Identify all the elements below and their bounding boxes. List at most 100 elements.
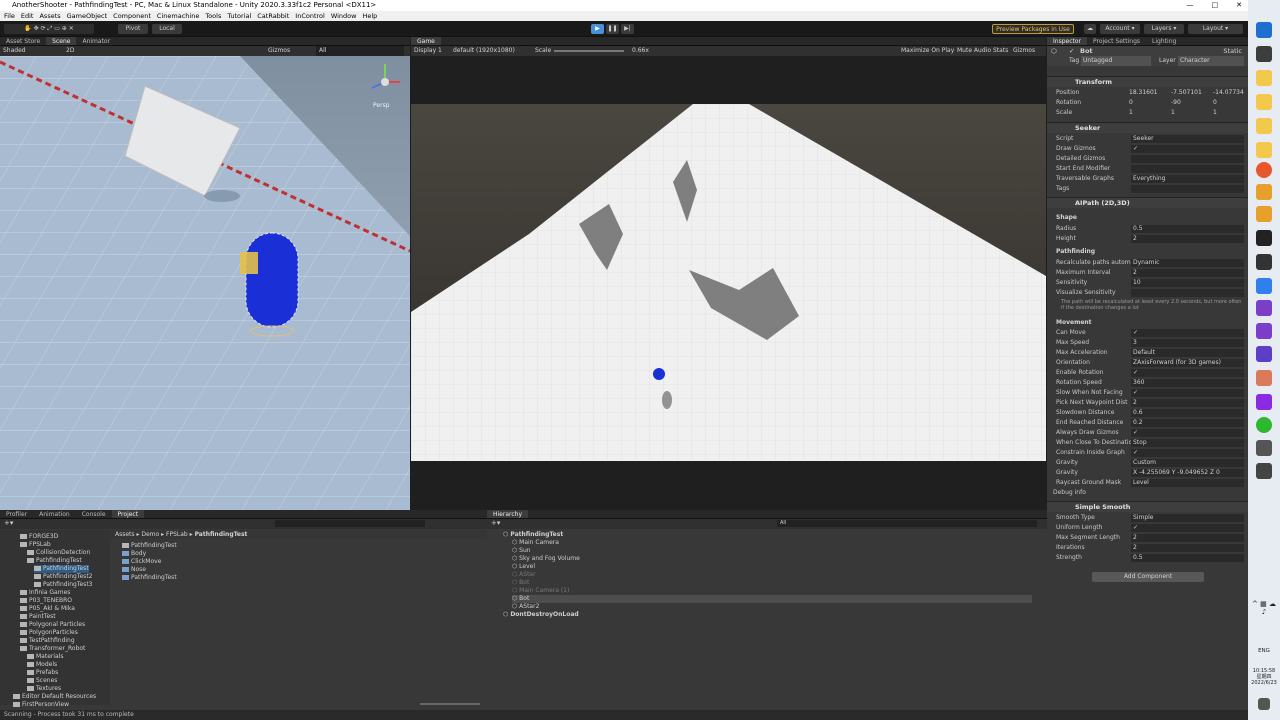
scale-slider[interactable] [554,50,624,52]
pause-button[interactable]: ❚❚ [606,24,619,34]
tab-console[interactable]: Console [76,510,112,518]
folder-icon[interactable] [1256,118,1272,134]
file-explorer-icon[interactable] [1256,70,1272,86]
field-value[interactable]: 2 [1131,544,1244,552]
hierarchy-item[interactable]: ⬡ Main Camera [512,539,1032,547]
folder-item[interactable]: CollisionDetection [27,549,90,557]
seeker-component[interactable]: Seeker [1047,122,1248,133]
folder-item[interactable]: P05_Akl & Mika [20,605,75,613]
field-value[interactable]: X -4.255069 Y -9.049652 Z 0 [1131,469,1244,477]
position-y-field[interactable]: -7.507101 [1171,88,1202,98]
visual-studio-icon[interactable] [1256,323,1272,339]
asset-item[interactable]: Nose [122,566,146,574]
rider-icon[interactable] [1256,394,1272,410]
paint-icon[interactable] [1256,370,1272,386]
folder-item[interactable]: Materials [27,653,64,661]
debug-info-foldout[interactable]: Debug info [1047,488,1248,498]
hierarchy-item[interactable]: ⬡ Main Camera (1) [512,587,1032,595]
scene-gizmos-dropdown[interactable]: Gizmos [268,46,290,56]
browser-icon[interactable] [1256,162,1272,178]
close-icon[interactable]: ✕ [1236,0,1242,11]
folder-item[interactable]: PaintTest [20,613,56,621]
breadcrumb-fpslab[interactable]: FPSLab [166,531,188,538]
tab-scene[interactable]: Scene [46,37,77,45]
mute-audio-toggle[interactable]: Mute Audio [957,46,991,56]
field-value[interactable]: ✓ [1131,429,1244,437]
icon-size-slider[interactable] [420,703,480,705]
folder-item[interactable]: Transformer_Robot [20,645,85,653]
notification-icon[interactable] [1258,698,1270,710]
menu-catrabbit[interactable]: CatRabbit [257,11,289,21]
hierarchy-item[interactable]: ⬡ AStar [512,571,1032,579]
simple-smooth-component[interactable]: Simple Smooth [1047,501,1248,512]
unity-icon[interactable] [1256,254,1272,270]
hierarchy-search-input[interactable]: All [777,520,1037,527]
tab-asset-store[interactable]: Asset Store [0,37,46,45]
field-value[interactable]: ✓ [1131,449,1244,457]
stats-toggle[interactable]: Stats [993,46,1008,56]
field-value[interactable]: 3 [1131,339,1244,347]
field-value[interactable]: ✓ [1131,524,1244,532]
folder-icon[interactable] [1256,142,1272,158]
field-value[interactable]: Seeker [1131,135,1244,143]
hierarchy-item[interactable]: ⬡ Sun [512,547,1032,555]
game-gizmos-dropdown[interactable]: Gizmos [1013,46,1035,56]
hierarchy-item[interactable]: ⬡ DontDestroyOnLoad [503,611,1023,619]
field-value[interactable]: 2 [1131,534,1244,542]
cloud-icon[interactable]: ☁ [1084,24,1096,34]
position-x-field[interactable]: 18.31601 [1129,88,1158,98]
tab-project-settings[interactable]: Project Settings [1087,37,1146,45]
field-value[interactable]: 2 [1131,399,1244,407]
hierarchy-item[interactable]: ⬡ Level [512,563,1032,571]
static-toggle[interactable]: Static [1223,46,1242,56]
unity-hub-icon[interactable] [1256,230,1272,246]
field-value[interactable] [1131,185,1244,193]
scene-viewport[interactable]: Persp [0,56,410,510]
folder-item[interactable]: PathfindingTest3 [34,581,92,589]
app-icon[interactable] [1256,463,1272,479]
menu-incontrol[interactable]: InControl [295,11,325,21]
local-button[interactable]: Local [152,24,182,34]
aipath-component[interactable]: AIPath (2D,3D) [1047,197,1248,208]
transform-tools[interactable]: ✋ ✥ ⟳ ⤢ ▭ ⊕ ✕ [4,24,94,34]
scale-z-field[interactable]: 1 [1213,108,1217,118]
folder-item[interactable]: Polygonal Particles [20,621,85,629]
field-value[interactable]: ZAxisForward (for 3D games) [1131,359,1244,367]
field-value[interactable]: ✓ [1131,389,1244,397]
start-icon[interactable] [1256,22,1272,38]
field-value[interactable]: Everything [1131,175,1244,183]
scene-search-input[interactable]: All [316,46,404,56]
field-value[interactable]: Simple [1131,514,1244,522]
layout-dropdown[interactable]: Layout ▾ [1188,24,1243,34]
breadcrumb-assets[interactable]: Assets [115,531,135,538]
menu-gameobject[interactable]: GameObject [67,11,108,21]
breadcrumb-demo[interactable]: Demo [141,531,159,538]
persp-label[interactable]: Persp [373,102,390,109]
hierarchy-item[interactable]: ⬡ PathfindingTest [503,531,1023,539]
maximize-icon[interactable]: □ [1212,0,1219,11]
tray-icons[interactable]: ^ ▦ ☁ ♪ [1252,600,1276,616]
app-icon[interactable] [1256,440,1272,456]
field-value[interactable]: Default [1131,349,1244,357]
folder-item[interactable]: P03_TENEBRO [20,597,72,605]
visual-studio-icon[interactable] [1256,300,1272,316]
field-value[interactable]: Stop [1131,439,1244,447]
wechat-icon[interactable] [1256,417,1272,433]
asset-item[interactable]: PathfindingTest [122,542,177,550]
folder-item[interactable]: PolygonParticles [20,629,78,637]
asset-item[interactable]: PathfindingTest [122,574,177,582]
field-value[interactable]: 0.5 [1131,225,1244,233]
field-value[interactable]: ✓ [1131,329,1244,337]
project-search-input[interactable] [275,520,425,527]
scale-x-field[interactable]: 1 [1129,108,1133,118]
field-value[interactable]: 0.2 [1131,419,1244,427]
folder-item[interactable]: FORGE3D [20,533,58,541]
pivot-button[interactable]: Pivot [118,24,148,34]
folder-item[interactable]: Scenes [27,677,57,685]
folder-item[interactable]: PathfindingTest [34,565,89,573]
layer-dropdown[interactable]: Character [1178,56,1244,66]
folder-item[interactable]: FirstPersonView [13,701,69,709]
clock[interactable]: 10:15:58 星期四 2022/6/23 [1248,668,1280,686]
visual-studio-code-icon[interactable] [1256,346,1272,362]
shading-dropdown[interactable]: Shaded [3,46,26,56]
